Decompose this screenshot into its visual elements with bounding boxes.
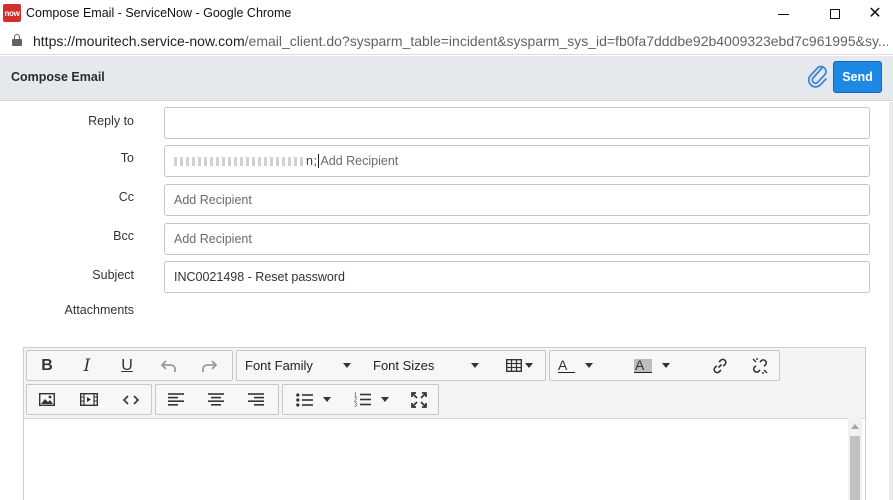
align-left-icon [168, 393, 184, 406]
svg-text:3: 3 [354, 403, 357, 408]
align-center-button[interactable] [198, 385, 234, 414]
redo-icon [202, 359, 217, 372]
cc-input[interactable] [174, 193, 869, 207]
table-icon [505, 359, 522, 372]
subject-field[interactable] [164, 261, 870, 293]
to-add-recipient-placeholder: Add Recipient [320, 154, 399, 168]
address-bar[interactable]: https://mouritech.service-now.com/email_… [0, 27, 893, 55]
chevron-down-icon [662, 363, 671, 368]
to-recipient[interactable]: n; [174, 154, 317, 168]
bcc-label: Bcc [113, 229, 134, 243]
email-body-editor[interactable] [24, 420, 865, 500]
page-title: Compose Email [11, 70, 105, 84]
minimize-button[interactable] [760, 0, 806, 27]
subject-label: Subject [92, 268, 134, 282]
insert-image-button[interactable] [29, 385, 65, 414]
undo-icon [161, 359, 176, 372]
unlink-button[interactable] [742, 351, 778, 380]
compose-header: Compose Email [0, 56, 893, 101]
editor-scroll-thumb[interactable] [850, 436, 860, 500]
link-icon [713, 358, 727, 373]
to-label: To [120, 151, 134, 165]
servicenow-logo-icon: now [3, 4, 21, 22]
chevron-down-icon [380, 397, 389, 402]
font-family-label: Font Family [245, 358, 313, 373]
bullet-list-dropdown[interactable] [287, 385, 339, 414]
redacted-email [174, 157, 306, 167]
url-text[interactable]: https://mouritech.service-now.com/email_… [33, 33, 888, 49]
insert-link-button[interactable] [702, 351, 738, 380]
font-group: Font Family Font Sizes [236, 350, 546, 381]
reply-to-label: Reply to [88, 114, 134, 128]
fullscreen-icon [411, 391, 427, 408]
minimize-icon [777, 14, 789, 15]
redo-button[interactable] [191, 351, 227, 380]
align-right-button[interactable] [238, 385, 274, 414]
close-icon: ✕ [868, 4, 882, 22]
color-link-group: A A [549, 350, 780, 381]
numbered-list-icon: 123 [354, 393, 371, 408]
background-color-icon: A [634, 358, 653, 373]
to-recipient-tail: n; [306, 154, 318, 168]
font-family-dropdown[interactable]: Font Family [245, 351, 359, 380]
lock-icon [12, 34, 22, 46]
chevron-down-icon [322, 397, 331, 402]
alignment-group [155, 384, 279, 415]
image-icon [39, 393, 55, 406]
align-left-button[interactable] [158, 385, 194, 414]
text-color-icon: A [558, 358, 576, 373]
subject-input[interactable] [174, 270, 869, 284]
text-caret [318, 154, 320, 168]
chevron-down-icon [343, 363, 351, 368]
source-code-button[interactable] [113, 385, 149, 414]
bullet-list-icon [295, 392, 313, 407]
bcc-field[interactable] [164, 223, 870, 255]
fullscreen-button[interactable] [401, 385, 437, 414]
attachments-label: Attachments [64, 303, 134, 317]
code-icon [123, 394, 139, 405]
undo-button[interactable] [151, 351, 187, 380]
reply-to-field[interactable] [164, 107, 870, 139]
insert-group [26, 384, 152, 415]
maximize-icon [830, 8, 840, 19]
cc-label: Cc [118, 190, 134, 204]
align-right-icon [248, 393, 264, 406]
window-title: Compose Email - ServiceNow - Google Chro… [26, 6, 292, 20]
send-button[interactable]: Send [833, 61, 882, 93]
video-icon [80, 393, 98, 406]
close-window-button[interactable]: ✕ [852, 0, 893, 27]
list-group: 123 [282, 384, 439, 415]
cc-field[interactable] [164, 184, 870, 216]
scroll-up-icon[interactable] [851, 424, 859, 429]
bold-button[interactable]: B [29, 351, 65, 380]
unlink-icon [752, 357, 768, 374]
url-path: /email_client.do?sysparm_table=incident&… [244, 33, 888, 49]
reply-to-input[interactable] [174, 116, 869, 130]
font-sizes-dropdown[interactable]: Font Sizes [373, 351, 485, 380]
underline-button[interactable]: U [109, 351, 145, 380]
paperclip-icon[interactable] [806, 63, 828, 89]
chevron-down-icon [524, 363, 533, 368]
table-dropdown[interactable] [499, 351, 539, 380]
background-color-dropdown[interactable]: A [634, 351, 696, 380]
align-center-icon [208, 393, 224, 406]
insert-media-button[interactable] [71, 385, 107, 414]
bcc-input[interactable] [174, 232, 869, 246]
editor-toolbar: B I U Font Family Font Sizes A A 1 2 3 [24, 348, 865, 419]
page-scrollbar[interactable] [889, 102, 893, 500]
chevron-down-icon [585, 363, 594, 368]
rich-text-editor: B I U Font Family Font Sizes A A 1 2 3 [23, 347, 866, 500]
italic-button[interactable]: I [69, 351, 105, 380]
font-sizes-label: Font Sizes [373, 358, 435, 373]
format-group: B I U [26, 350, 233, 381]
window-titlebar: now Compose Email - ServiceNow - Google … [0, 0, 893, 27]
url-host: https://mouritech.service-now.com [33, 33, 245, 49]
text-color-dropdown[interactable]: A [558, 351, 620, 380]
chevron-down-icon [471, 363, 479, 368]
to-field[interactable]: n; Add Recipient [164, 145, 870, 177]
numbered-list-dropdown[interactable]: 123 [345, 385, 397, 414]
